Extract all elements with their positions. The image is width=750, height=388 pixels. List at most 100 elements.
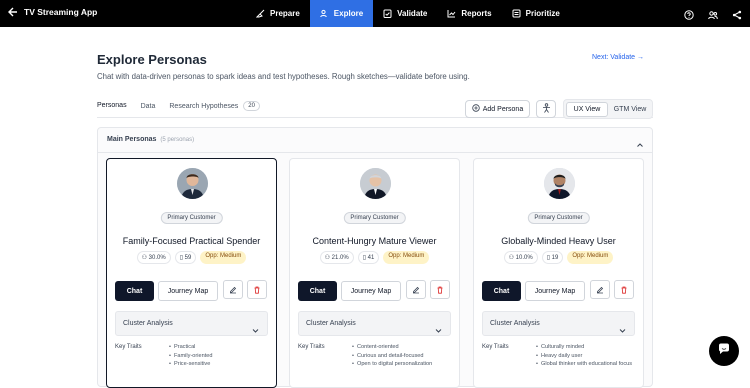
help-icon[interactable] [684, 7, 694, 20]
avatar [177, 168, 208, 199]
section-count: (5 personas) [160, 137, 195, 143]
nav-explore[interactable]: Explore [309, 0, 374, 27]
tab-label: Research Hypotheses [169, 102, 239, 110]
page-title: Explore Personas [97, 52, 207, 67]
document-icon: ▯ [179, 255, 183, 261]
document-icon: ▯ [546, 255, 550, 261]
persona-stats: ⚇ 10.0% ▯ 19 Opp: Medium [474, 251, 643, 264]
cluster-label: Cluster Analysis [306, 320, 356, 327]
delete-button[interactable] [247, 280, 267, 299]
people-icon: ⚇ [324, 255, 330, 261]
key-traits-list: Practical Family-oriented Price-sensitiv… [169, 344, 213, 370]
add-persona-button[interactable]: Add Persona [465, 100, 530, 118]
trait-item: Price-sensitive [169, 361, 213, 367]
trait-item: Heavy daily user [536, 353, 632, 359]
top-nav-bar: TV Streaming App Prepare Explore Validat… [0, 0, 750, 27]
tab-label: Personas [97, 102, 127, 109]
sources-stat: ▯ 19 [541, 251, 564, 264]
main-nav: Prepare Explore Validate Reports Priorit… [246, 0, 570, 27]
trait-item: Culturally minded [536, 344, 632, 350]
persona-name: Content-Hungry Mature Viewer [312, 236, 437, 246]
nav-validate[interactable]: Validate [373, 0, 437, 27]
delete-button[interactable] [614, 280, 634, 299]
chevron-up-icon[interactable] [636, 136, 644, 147]
key-traits-list: Culturally minded Heavy daily user Globa… [536, 344, 632, 370]
sources-stat: ▯ 41 [357, 251, 380, 264]
people-icon: ⚇ [508, 255, 514, 261]
trait-item: Open to digital personalization [352, 361, 432, 367]
app-title: TV Streaming App [24, 7, 98, 17]
clipboard-check-icon [383, 9, 392, 18]
chat-launcher-button[interactable] [709, 336, 739, 366]
share-icon[interactable] [732, 7, 742, 20]
chat-button[interactable]: Chat [298, 281, 337, 301]
back-arrow-icon[interactable] [8, 6, 20, 20]
hypotheses-count-badge: 20 [243, 101, 260, 111]
chevron-down-icon [252, 321, 259, 333]
nav-prepare[interactable]: Prepare [246, 0, 310, 27]
trait-item: Family-oriented [169, 353, 213, 359]
plus-circle-icon [472, 104, 480, 114]
list-icon [512, 9, 521, 18]
persona-type-badge: Primary Customer [160, 212, 223, 224]
percent-value: 21.0% [331, 255, 349, 261]
trash-icon [436, 281, 444, 299]
ux-view-option[interactable]: UX View [566, 101, 608, 117]
add-persona-label: Add Persona [482, 105, 524, 113]
section-title: Main Personas [107, 136, 157, 143]
avatar [360, 168, 391, 199]
edit-icon [412, 281, 420, 299]
key-traits-label: Key Traits [298, 344, 325, 350]
tab-personas[interactable]: Personas [97, 101, 127, 118]
trait-item: Curious and detail-focused [352, 353, 432, 359]
journey-map-button[interactable]: Journey Map [158, 281, 218, 301]
persona-card[interactable]: Primary Customer Family-Focused Practica… [106, 158, 277, 388]
percent-stat: ⚇ 21.0% [319, 251, 354, 264]
tab-data[interactable]: Data [141, 101, 156, 118]
nav-prioritize[interactable]: Prioritize [502, 0, 570, 27]
next-validate-link[interactable]: Next: Validate → [592, 54, 644, 61]
delete-button[interactable] [430, 280, 450, 299]
chat-button[interactable]: Chat [115, 281, 154, 301]
key-traits-list: Content-oriented Curious and detail-focu… [352, 344, 432, 370]
document-icon: ▯ [362, 255, 366, 261]
opportunity-badge: Opp: Medium [567, 251, 614, 264]
section-header[interactable]: Main Personas (5 personas) [107, 136, 194, 143]
edit-button[interactable] [406, 280, 426, 299]
top-right-actions [684, 7, 742, 20]
nav-label: Prioritize [525, 9, 560, 18]
journey-map-button[interactable]: Journey Map [341, 281, 401, 301]
trait-item: Practical [169, 344, 213, 350]
cluster-label: Cluster Analysis [490, 320, 540, 327]
nav-reports[interactable]: Reports [437, 0, 501, 27]
edit-button[interactable] [590, 280, 610, 299]
team-icon[interactable] [708, 7, 718, 20]
persona-stats: ⚇ 21.0% ▯ 41 Opp: Medium [290, 251, 459, 264]
avatar [544, 168, 575, 199]
cluster-analysis-dropdown[interactable]: Cluster Analysis [298, 311, 451, 336]
tab-research-hypotheses[interactable]: Research Hypotheses 20 [169, 101, 260, 118]
percent-value: 30.0% [148, 255, 166, 261]
edit-button[interactable] [223, 280, 243, 299]
persona-stats: ⚇ 30.0% ▯ 59 Opp: Medium [107, 251, 276, 264]
persona-card[interactable]: Primary Customer Globally-Minded Heavy U… [473, 158, 644, 388]
people-icon: ⚇ [141, 255, 147, 261]
gtm-view-option[interactable]: GTM View [610, 102, 650, 117]
cluster-analysis-dropdown[interactable]: Cluster Analysis [115, 311, 268, 336]
chat-button[interactable]: Chat [482, 281, 521, 301]
page-subtitle: Chat with data-driven personas to spark … [97, 72, 470, 81]
persona-type-badge: Primary Customer [527, 212, 590, 224]
journey-map-button[interactable]: Journey Map [525, 281, 585, 301]
trash-icon [620, 281, 628, 299]
view-toggle: UX View GTM View [563, 99, 653, 119]
persona-card[interactable]: Primary Customer Content-Hungry Mature V… [289, 158, 460, 388]
persona-name: Family-Focused Practical Spender [122, 236, 261, 246]
trait-item: Content-oriented [352, 344, 432, 350]
nav-label: Prepare [270, 9, 300, 18]
percent-value: 10.0% [515, 255, 533, 261]
chevron-down-icon [619, 321, 626, 333]
nav-label: Validate [397, 9, 428, 18]
cluster-analysis-dropdown[interactable]: Cluster Analysis [482, 311, 635, 336]
person-filter-button[interactable] [536, 100, 556, 118]
nav-label: Reports [461, 9, 492, 18]
